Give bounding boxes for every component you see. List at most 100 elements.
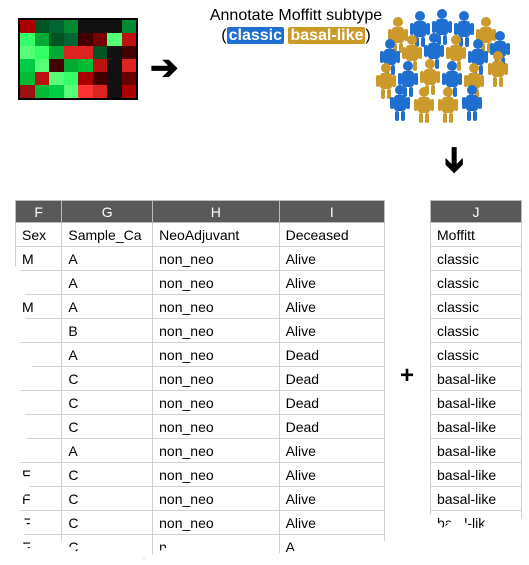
cell: Dead: [279, 415, 384, 439]
table-row: FCnon_neoAlive: [16, 487, 385, 511]
cell: Alive: [279, 487, 384, 511]
cell: C: [62, 391, 153, 415]
cell: classic: [431, 295, 522, 319]
cell: B: [62, 319, 153, 343]
cell: non_neo: [153, 367, 279, 391]
table-row: basal-like: [431, 367, 522, 391]
cell: non_neo: [153, 511, 279, 535]
cell: classic: [431, 247, 522, 271]
cell: non_neo: [153, 319, 279, 343]
table-row: Cnon_neoDead: [16, 391, 385, 415]
table-row: FCnon_neoAlive: [16, 511, 385, 535]
cell: Alive: [279, 247, 384, 271]
cell: C: [62, 487, 153, 511]
cell: [16, 343, 62, 367]
cell: [16, 319, 62, 343]
table-row: Bnon_neoAlive: [16, 319, 385, 343]
cell: A: [62, 439, 153, 463]
cell: non_neo: [153, 271, 279, 295]
cell: M: [16, 247, 62, 271]
col-letter: G: [62, 201, 153, 223]
col-letter: H: [153, 201, 279, 223]
cell: Alive: [279, 463, 384, 487]
cell: basal-like: [431, 367, 522, 391]
cell: Dead: [279, 367, 384, 391]
table-row: basal-like: [431, 463, 522, 487]
table-row: FCnon_neoAlive: [16, 463, 385, 487]
cell: non_neo: [153, 463, 279, 487]
table-row: Anon_neoAlive: [16, 271, 385, 295]
table-row: MAnon_neoAlive: [16, 247, 385, 271]
cell: Alive: [279, 439, 384, 463]
header-cell: Sample_Ca: [62, 223, 153, 247]
basal-pill: basal-like: [288, 27, 365, 44]
cell: basal-like: [431, 415, 522, 439]
cell: classic: [431, 319, 522, 343]
table-row: MAnon_neoAlive: [16, 295, 385, 319]
table-row: classic: [431, 295, 522, 319]
table-row: basal-like: [431, 439, 522, 463]
cell: basal-like: [431, 487, 522, 511]
cell: classic: [431, 343, 522, 367]
cell: [16, 271, 62, 295]
cell: non_neo: [153, 247, 279, 271]
cell: C: [62, 463, 153, 487]
cell: C: [62, 415, 153, 439]
arrow-right-icon: ➔: [150, 48, 179, 88]
cell: basal-like: [431, 391, 522, 415]
col-letter: J: [431, 201, 522, 223]
heatmap-thumbnail: [18, 18, 138, 100]
arrow-down-icon: ➔: [434, 146, 474, 175]
cell: non_neo: [153, 343, 279, 367]
table-row: classic: [431, 343, 522, 367]
cell: [16, 391, 62, 415]
cell: A: [62, 271, 153, 295]
caption-line2: (classic basal-like): [221, 26, 370, 46]
cell: [16, 439, 62, 463]
cell: Alive: [279, 271, 384, 295]
cell: Alive: [279, 511, 384, 535]
table-row: classic: [431, 319, 522, 343]
cell: A: [62, 247, 153, 271]
spreadsheet-moffitt: J Moffittclassicclassicclassicclassiccla…: [430, 200, 522, 535]
table-row: FCn n rA: [16, 535, 385, 559]
cell: classic: [431, 271, 522, 295]
cell: F: [16, 487, 62, 511]
cell: non_neo: [153, 487, 279, 511]
plus-symbol: +: [400, 362, 414, 390]
table-row: basal-like: [431, 487, 522, 511]
cell: Alive: [279, 319, 384, 343]
cell: C: [62, 511, 153, 535]
table-row: basal-like: [431, 391, 522, 415]
cell: non_neo: [153, 391, 279, 415]
cell: A: [279, 535, 384, 559]
cell: Alive: [279, 295, 384, 319]
cell: F: [16, 511, 62, 535]
cell: [16, 415, 62, 439]
cell: non_neo: [153, 295, 279, 319]
cell: Dead: [279, 391, 384, 415]
col-letter: F: [16, 201, 62, 223]
table-row: Cnon_neoDead: [16, 415, 385, 439]
table-row: basal-like: [431, 415, 522, 439]
header-cell: NeoAdjuvant: [153, 223, 279, 247]
cell: ba al-lik: [431, 511, 522, 535]
cell: non_neo: [153, 415, 279, 439]
cell: M: [16, 295, 62, 319]
cell: F: [16, 535, 62, 559]
cell: n n r: [153, 535, 279, 559]
table-row: Anon_neoAlive: [16, 439, 385, 463]
cell: basal-like: [431, 439, 522, 463]
table-row: ba al-lik: [431, 511, 522, 535]
col-letter: I: [279, 201, 384, 223]
cell: [16, 367, 62, 391]
cell: C: [62, 367, 153, 391]
cell: Dead: [279, 343, 384, 367]
table-row: classic: [431, 271, 522, 295]
header-cell: Sex: [16, 223, 62, 247]
spreadsheet-main: FGHI SexSample_CaNeoAdjuvantDeceasedMAno…: [15, 200, 385, 559]
header-cell: Deceased: [279, 223, 384, 247]
header-cell: Moffitt: [431, 223, 522, 247]
cell: basal-like: [431, 463, 522, 487]
table-row: Anon_neoDead: [16, 343, 385, 367]
